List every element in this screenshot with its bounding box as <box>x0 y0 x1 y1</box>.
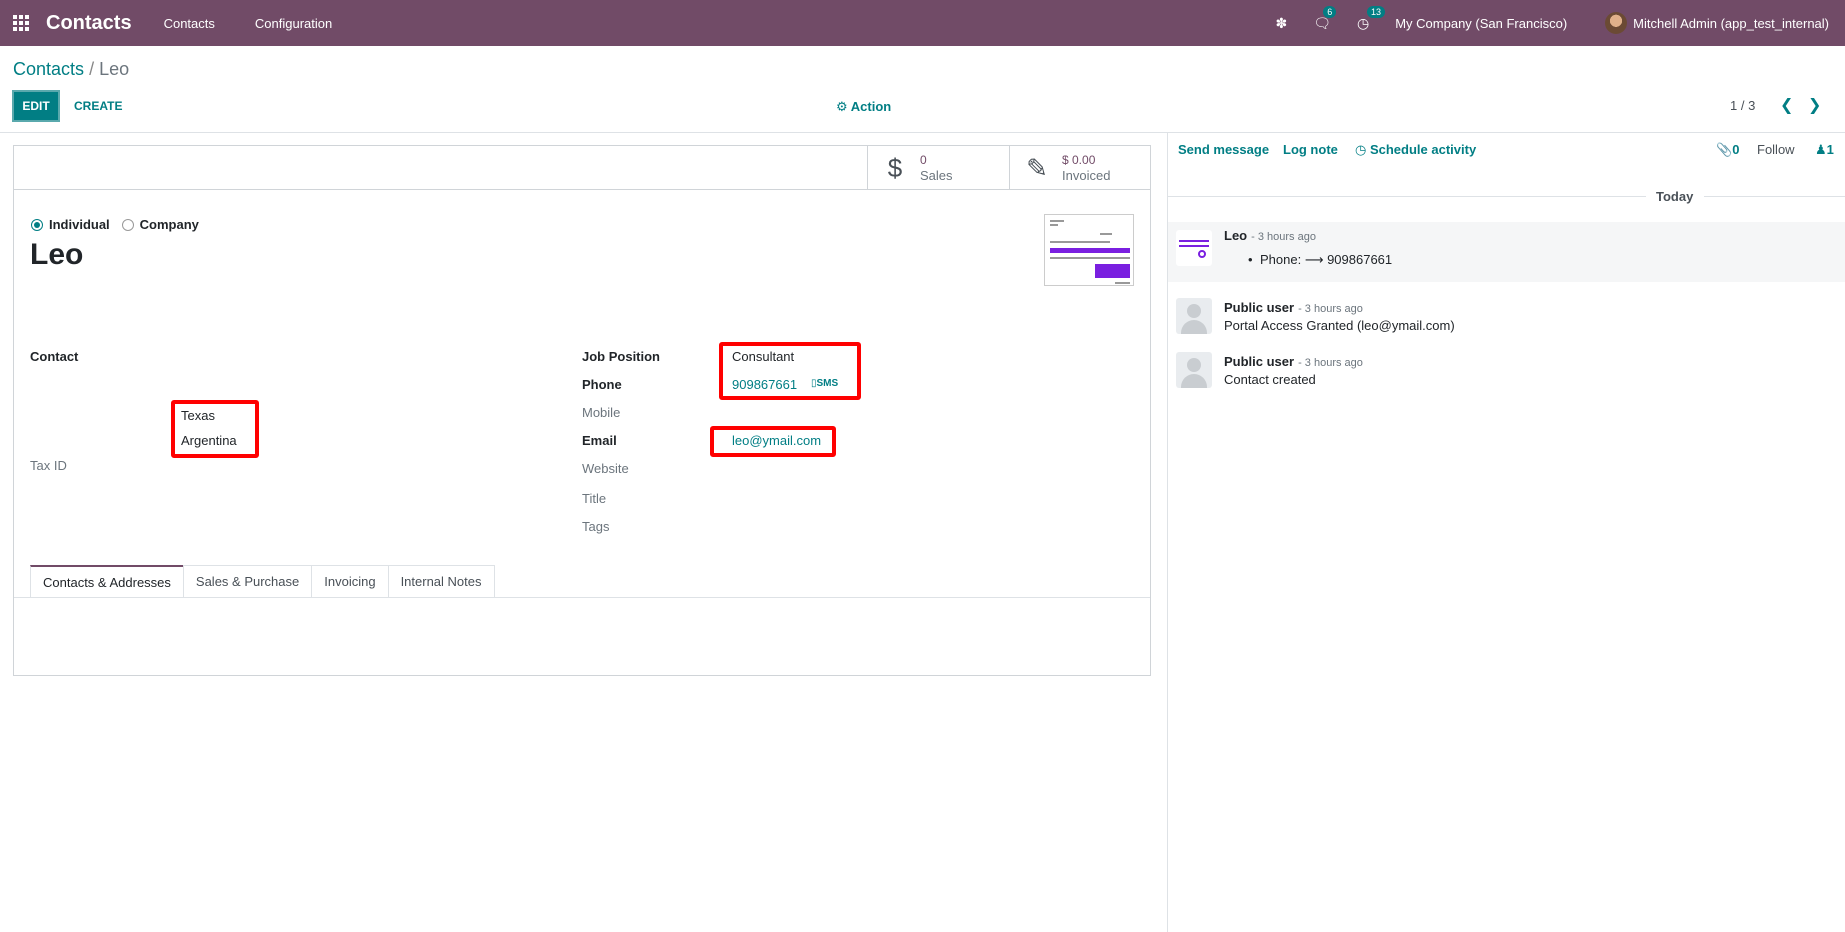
radio-company[interactable] <box>121 218 134 231</box>
partner-image[interactable] <box>1044 214 1134 286</box>
pager-value[interactable]: 1 / 3 <box>1730 98 1755 113</box>
message-body: Portal Access Granted (leo@ymail.com) <box>1224 318 1455 333</box>
tax-id-label: Tax ID <box>30 458 67 473</box>
send-message-button[interactable]: Send message <box>1178 142 1269 157</box>
chatter-message: Public user - 3 hours ago Portal Access G… <box>1168 294 1845 342</box>
top-navbar: Contacts Contacts Configuration ✽ 🗨 6 ◷ 13… <box>0 0 1845 46</box>
attachments-count: 0 <box>1732 142 1740 157</box>
message-time: - 3 hours ago <box>1298 303 1363 315</box>
pencil-square-icon: ✎ <box>1026 152 1048 183</box>
gear-icon: ⚙ <box>836 99 848 114</box>
phone-label: Phone <box>582 377 622 392</box>
tab-internal-notes[interactable]: Internal Notes <box>387 565 495 597</box>
attachments-button[interactable]: 📎0 <box>1716 142 1739 158</box>
message-body: Contact created <box>1224 372 1316 387</box>
mobile-label: Mobile <box>582 405 621 420</box>
invoiced-label: Invoiced <box>1062 168 1111 183</box>
chevron-left-icon[interactable]: ❮ <box>1780 95 1793 115</box>
chevron-right-icon[interactable]: ❯ <box>1808 95 1821 115</box>
action-menu-button[interactable]: ⚙ Action <box>836 99 891 115</box>
tab-contacts-addresses[interactable]: Contacts & Addresses <box>30 565 184 597</box>
partner-name: Leo <box>30 238 84 271</box>
action-label: Action <box>850 99 892 114</box>
activities-icon[interactable]: ◷ 13 <box>1357 5 1386 32</box>
sales-label: Sales <box>920 168 953 183</box>
message-author[interactable]: Leo <box>1224 228 1247 243</box>
breadcrumb-parent[interactable]: Contacts <box>13 59 84 79</box>
radio-individual-label[interactable]: Individual <box>49 217 110 232</box>
notebook-tabs: Contacts & Addresses Sales & Purchase In… <box>30 565 495 597</box>
menu-configuration[interactable]: Configuration <box>255 16 332 31</box>
company-switcher[interactable]: My Company (San Francisco) <box>1395 16 1567 31</box>
message-author[interactable]: Public user <box>1224 354 1294 369</box>
tracking-change: Phone: ⟶ 909867661 <box>1248 252 1392 268</box>
form-sheet: $ 0 Sales ✎ $ 0.00 Invoiced Individual C… <box>13 145 1151 676</box>
control-panel-divider <box>0 132 1845 133</box>
smart-button-box: $ 0 Sales ✎ $ 0.00 Invoiced <box>14 146 1150 190</box>
message-time: - 3 hours ago <box>1251 231 1316 243</box>
message-thumbnail[interactable] <box>1176 230 1212 266</box>
invoiced-smart-button[interactable]: ✎ $ 0.00 Invoiced <box>1009 146 1150 190</box>
breadcrumb: Contacts / Leo <box>13 59 129 80</box>
tags-label: Tags <box>582 519 610 534</box>
tabs-divider <box>14 597 1150 598</box>
app-name[interactable]: Contacts <box>46 12 132 35</box>
schedule-activity-button[interactable]: ◷ Schedule activity <box>1355 142 1476 158</box>
apps-menu-icon[interactable] <box>0 0 42 46</box>
tab-invoicing[interactable]: Invoicing <box>311 565 389 597</box>
message-time: - 3 hours ago <box>1298 357 1363 369</box>
date-separator-label: Today <box>1656 189 1694 204</box>
bug-icon[interactable]: ✽ <box>1275 15 1287 32</box>
job-position-label: Job Position <box>582 349 660 364</box>
chatter-message: Public user - 3 hours ago Contact created <box>1168 348 1845 396</box>
user-avatar-placeholder[interactable] <box>1176 352 1212 388</box>
dollar-icon: $ <box>887 152 903 183</box>
contact-label: Contact <box>30 349 79 364</box>
menu-contacts[interactable]: Contacts <box>164 16 215 31</box>
highlight-box-job-phone <box>719 342 861 400</box>
breadcrumb-current: Leo <box>99 59 130 79</box>
followers-count: 1 <box>1826 142 1834 157</box>
highlight-box-address <box>171 400 259 458</box>
user-icon: ♟ <box>1815 142 1827 157</box>
follow-button[interactable]: Follow <box>1757 142 1795 157</box>
title-label: Title <box>582 491 607 506</box>
user-menu[interactable]: Mitchell Admin (app_test_internal) <box>1633 16 1829 31</box>
radio-company-label[interactable]: Company <box>140 217 199 232</box>
activities-badge: 13 <box>1367 5 1386 18</box>
date-separator: Today <box>1168 189 1845 204</box>
schedule-activity-label: Schedule activity <box>1369 142 1477 157</box>
website-label: Website <box>582 461 629 476</box>
radio-individual[interactable] <box>31 218 43 231</box>
sales-count: 0 <box>920 153 927 167</box>
sales-smart-button[interactable]: $ 0 Sales <box>867 146 1009 190</box>
company-type-radio: Individual Company <box>31 217 211 232</box>
log-note-button[interactable]: Log note <box>1283 142 1338 157</box>
create-button[interactable]: CREATE <box>74 99 122 113</box>
messages-badge: 6 <box>1323 5 1337 18</box>
paperclip-icon: 📎 <box>1716 142 1733 157</box>
messages-icon[interactable]: 🗨 6 <box>1313 5 1337 32</box>
user-avatar[interactable] <box>1605 12 1628 34</box>
invoiced-amount: $ 0.00 <box>1062 153 1096 167</box>
user-avatar-placeholder[interactable] <box>1176 298 1212 334</box>
breadcrumb-separator: / <box>89 59 95 79</box>
clock-icon: ◷ <box>1355 142 1367 157</box>
message-author[interactable]: Public user <box>1224 300 1294 315</box>
highlight-box-email <box>710 426 836 457</box>
edit-button[interactable]: EDIT <box>12 90 60 122</box>
tab-sales-purchase[interactable]: Sales & Purchase <box>182 565 313 597</box>
chatter-message: Leo - 3 hours ago Phone: ⟶ 909867661 <box>1168 222 1845 282</box>
followers-button[interactable]: ♟1 <box>1815 142 1834 158</box>
email-label: Email <box>582 433 617 448</box>
